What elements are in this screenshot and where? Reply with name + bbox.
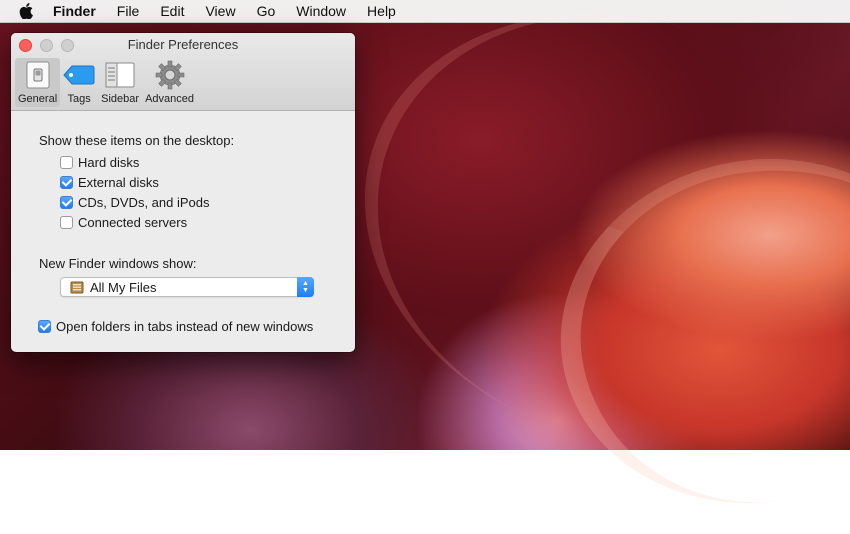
tab-advanced[interactable]: Advanced	[142, 58, 197, 107]
all-my-files-icon	[70, 281, 84, 294]
chevron-up-down-icon[interactable]: ▲ ▼	[297, 277, 314, 297]
tab-tags[interactable]: Tags	[60, 58, 98, 107]
cds-dvds-ipods-label: CDs, DVDs, and iPods	[78, 195, 210, 210]
cds-dvds-ipods-checkbox[interactable]	[60, 196, 73, 209]
menu-file[interactable]: File	[117, 3, 140, 19]
tab-general-label: General	[18, 93, 58, 105]
open-in-tabs-checkbox[interactable]	[38, 320, 51, 333]
open-in-tabs-option[interactable]: Open folders in tabs instead of new wind…	[38, 319, 313, 334]
external-disks-label: External disks	[78, 175, 159, 190]
menu-window[interactable]: Window	[296, 3, 346, 19]
apple-logo-icon[interactable]	[19, 3, 33, 19]
general-switch-icon	[22, 60, 54, 90]
external-disks-option[interactable]: External disks	[60, 175, 159, 190]
external-disks-checkbox[interactable]	[60, 176, 73, 189]
connected-servers-label: Connected servers	[78, 215, 188, 230]
menu-edit[interactable]: Edit	[160, 3, 184, 19]
menu-view[interactable]: View	[205, 3, 235, 19]
tab-tags-label: Tags	[67, 93, 91, 105]
cds-dvds-ipods-option[interactable]: CDs, DVDs, and iPods	[60, 195, 210, 210]
new-window-label: New Finder windows show:	[39, 256, 197, 271]
hard-disks-checkbox[interactable]	[60, 156, 73, 169]
menu-app-finder[interactable]: Finder	[53, 3, 96, 19]
open-in-tabs-label: Open folders in tabs instead of new wind…	[56, 319, 314, 334]
menu-bar: Finder File Edit View Go Window Help	[0, 0, 850, 23]
tab-sidebar-label: Sidebar	[101, 93, 140, 105]
tab-advanced-label: Advanced	[145, 93, 194, 105]
hard-disks-label: Hard disks	[78, 155, 140, 170]
window-title: Finder Preferences	[127, 37, 239, 52]
tab-general[interactable]: General	[15, 58, 61, 107]
finder-preferences-window: Finder Preferences General Tags Sidebar …	[11, 33, 355, 352]
menu-help[interactable]: Help	[367, 3, 396, 19]
desktop-items-heading: Show these items on the desktop:	[39, 133, 235, 148]
new-window-value: All My Files	[90, 279, 157, 295]
sidebar-icon	[104, 60, 136, 90]
connected-servers-option[interactable]: Connected servers	[60, 215, 187, 230]
connected-servers-checkbox[interactable]	[60, 216, 73, 229]
window-titlebar: Finder Preferences General Tags Sidebar …	[11, 33, 355, 111]
tab-sidebar[interactable]: Sidebar	[98, 58, 142, 107]
tag-icon	[63, 60, 95, 90]
hard-disks-option[interactable]: Hard disks	[60, 155, 139, 170]
preferences-toolbar: General Tags Sidebar Advanced	[15, 58, 197, 107]
menu-go[interactable]: Go	[257, 3, 276, 19]
new-window-select[interactable]: All My Files ▲ ▼	[60, 277, 314, 297]
gear-icon	[154, 60, 186, 90]
